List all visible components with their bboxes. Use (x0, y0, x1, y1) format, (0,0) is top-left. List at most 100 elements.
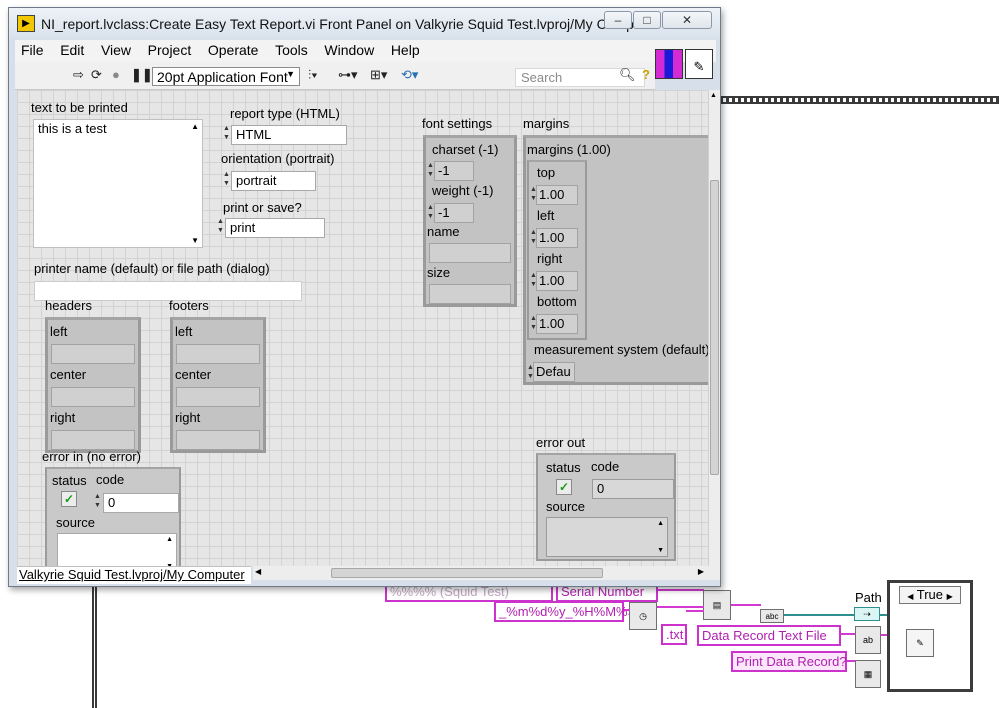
scroll-up-icon[interactable]: ▲ (657, 520, 664, 527)
menu-help[interactable]: Help (385, 40, 427, 58)
error-in-source-input[interactable]: ▲ ▼ (57, 533, 177, 566)
headers-right-input[interactable] (51, 430, 135, 450)
measurement-system-ring[interactable]: Defau (533, 362, 575, 382)
menu-window[interactable]: Window (318, 40, 381, 58)
run-continuously-icon[interactable]: ⟳ (91, 67, 102, 83)
menu-file[interactable]: File (15, 40, 51, 58)
pause-icon[interactable]: ❚❚ (131, 67, 153, 83)
chevron-down-icon: ▼ (286, 69, 295, 79)
charset-input[interactable]: -1 (434, 161, 474, 181)
margin-right-label: right (537, 251, 563, 266)
search-icon[interactable]: 🔍︎ (619, 67, 636, 83)
report-type-ring[interactable]: HTML (231, 125, 347, 145)
orientation-ring[interactable]: portrait (231, 171, 316, 191)
footers-cluster: left center right (170, 317, 266, 453)
text-to-print-input[interactable]: this is a test ▲ ▼ (33, 119, 203, 248)
path-indicator[interactable]: ⇢ (854, 607, 880, 621)
weight-input[interactable]: -1 (434, 203, 474, 223)
margin-right-input[interactable]: 1.00 (536, 271, 578, 291)
headers-cluster: left center right (45, 317, 141, 453)
reorder-icon[interactable]: ⟲▾ (401, 67, 418, 83)
distribute-objects-icon[interactable]: ⊶▾ (338, 67, 358, 83)
labview-app-icon: ▶ (17, 15, 35, 32)
error-out-label: error out (536, 435, 586, 450)
scroll-up-icon[interactable]: ▲ (710, 92, 717, 99)
orientation-incdec[interactable]: ▲ ▼ (222, 170, 231, 188)
footers-center-label: center (175, 367, 212, 382)
txt-extension-constant[interactable]: .txt (661, 624, 687, 645)
concatenate-strings-node[interactable]: ▤ (703, 590, 731, 620)
align-objects-icon[interactable]: ⫶▾ (308, 67, 318, 83)
vertical-scroll-thumb[interactable] (710, 180, 719, 475)
menu-operate[interactable]: Operate (202, 40, 266, 58)
report-type-incdec[interactable]: ▲ ▼ (222, 124, 231, 142)
resize-objects-icon[interactable]: ⊞▾ (370, 67, 387, 83)
report-type-label: report type (HTML) (230, 106, 340, 121)
run-arrow-icon[interactable]: ⇨ (73, 67, 84, 83)
print-record-constant[interactable]: Print Data Record? (731, 651, 847, 672)
vertical-scrollbar[interactable]: ▲ ▼ (708, 90, 720, 574)
margin-top-input[interactable]: 1.00 (536, 185, 578, 205)
toolbar: ⇨ ⟳ ● ❚❚ 20pt Application Font ▼ ⫶▾ ⊶▾ ⊞… (15, 62, 655, 90)
loop-border-left (92, 586, 97, 708)
date-format-constant[interactable]: _%m%d%y_%H%M%S (494, 601, 636, 622)
scroll-left-icon[interactable]: ◀ (255, 567, 261, 576)
scroll-down-icon[interactable]: ▼ (191, 236, 199, 245)
footers-right-input[interactable] (176, 430, 260, 450)
abort-icon[interactable]: ● (112, 67, 120, 82)
scroll-up-icon[interactable]: ▲ (191, 122, 199, 131)
horizontal-scrollbar[interactable]: ◀ ▶ (253, 566, 720, 580)
connector-pane-icon[interactable] (655, 49, 683, 79)
front-panel-window[interactable]: ▶ NI_report.lvclass:Create Easy Text Rep… (8, 7, 721, 587)
case-next-icon[interactable]: ▶ (947, 592, 953, 601)
error-in-code-label: code (96, 472, 125, 487)
footers-label: footers (169, 298, 209, 313)
print-or-save-ring[interactable]: print (225, 218, 325, 238)
format-date-time-node[interactable]: ◷ (629, 602, 657, 630)
menu-edit[interactable]: Edit (54, 40, 91, 58)
wire (731, 604, 761, 606)
case-prev-icon[interactable]: ◀ (907, 592, 913, 601)
horizontal-scroll-thumb[interactable] (331, 568, 603, 578)
orientation-label: orientation (portrait) (221, 151, 335, 166)
minimize-button[interactable]: – (604, 11, 632, 29)
title-bar[interactable]: ▶ NI_report.lvclass:Create Easy Text Rep… (9, 8, 720, 38)
create-report-subvi-icon[interactable]: ✎ (906, 629, 934, 657)
case-selector[interactable]: ◀ True ▶ (899, 586, 961, 604)
scroll-right-icon[interactable]: ▶ (698, 567, 704, 576)
margin-bottom-input[interactable]: 1.00 (536, 314, 578, 334)
scroll-down-icon[interactable]: ▼ (657, 547, 664, 554)
build-path-node[interactable]: abc (760, 609, 784, 623)
headers-left-input[interactable] (51, 344, 135, 364)
data-record-file-constant[interactable]: Data Record Text File (697, 625, 841, 646)
error-out-source-label: source (546, 499, 586, 514)
error-out-cluster: status code ✓ 0 source ▲ ▼ (536, 453, 676, 561)
font-name-input[interactable] (429, 243, 511, 263)
menu-tools[interactable]: Tools (269, 40, 315, 58)
error-in-status-checkmark-icon[interactable]: ✓ (61, 491, 77, 507)
margin-left-input[interactable]: 1.00 (536, 228, 578, 248)
font-name-label: name (427, 224, 460, 239)
error-out-code-value: 0 (592, 479, 674, 499)
charset-label: charset (-1) (432, 142, 499, 157)
close-button[interactable]: ✕ (662, 11, 712, 29)
error-in-code-input[interactable]: 0 (103, 493, 179, 513)
vi-icon[interactable]: ✎ (685, 49, 713, 79)
headers-center-input[interactable] (51, 387, 135, 407)
scroll-up-icon[interactable]: ▲ (166, 536, 173, 543)
menu-project[interactable]: Project (142, 40, 199, 58)
print-report-node[interactable]: ▦ (855, 660, 881, 688)
font-size-input[interactable] (429, 284, 511, 304)
print-or-save-incdec[interactable]: ▲ ▼ (216, 217, 225, 235)
margins-label: margins (523, 116, 570, 131)
font-selector[interactable]: 20pt Application Font ▼ (152, 67, 300, 86)
new-report-node[interactable]: ab (855, 626, 881, 654)
menu-view[interactable]: View (95, 40, 138, 58)
help-icon[interactable]: ? (642, 67, 650, 82)
project-context-status[interactable]: Valkyrie Squid Test.lvproj/My Computer (17, 566, 251, 584)
error-in-code-incdec[interactable]: ▲ ▼ (93, 492, 102, 510)
front-panel-area: text to be printed this is a test ▲ ▼ re… (17, 90, 708, 566)
footers-left-input[interactable] (176, 344, 260, 364)
footers-center-input[interactable] (176, 387, 260, 407)
maximize-button[interactable]: □ (633, 11, 661, 29)
